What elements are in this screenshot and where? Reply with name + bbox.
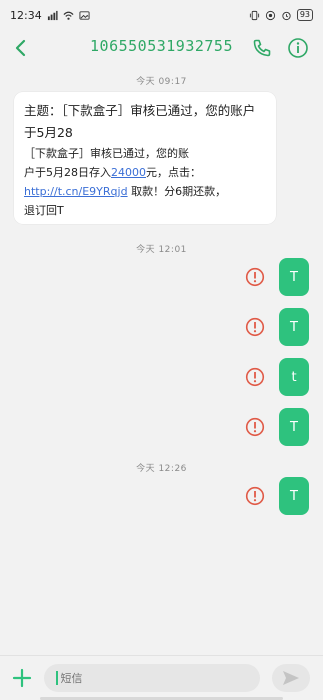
send-failed-icon[interactable] xyxy=(245,486,265,506)
message-line: ［下款盒子］审核已通过，您的账 xyxy=(24,147,189,160)
incoming-message-bubble[interactable]: 主题：［下款盒子］审核已通过，您的账户于5月28 ［下款盒子］审核已通过，您的账… xyxy=(14,92,276,224)
message-input-container[interactable] xyxy=(44,664,260,692)
signal-icon xyxy=(47,10,58,20)
conversation-header: 106550531932755 xyxy=(0,30,323,66)
outgoing-message-bubble[interactable]: T xyxy=(279,258,309,296)
send-icon xyxy=(283,671,299,685)
status-bar: 12:34 93 xyxy=(0,0,323,30)
status-time: 12:34 xyxy=(10,8,42,22)
timestamp: 今天 09:17 xyxy=(136,77,187,87)
outgoing-message-row: T xyxy=(0,408,323,446)
call-button[interactable] xyxy=(249,35,275,61)
message-body: ［下款盒子］审核已通过，您的账 户于5月28日存入24000元，点击： http… xyxy=(24,144,267,220)
send-failed-icon[interactable] xyxy=(245,417,265,437)
outgoing-message-bubble[interactable]: T xyxy=(279,408,309,446)
send-button[interactable] xyxy=(272,664,310,692)
message-line: 户于5月28日存入24000元，点击： xyxy=(24,163,267,182)
compose-bar xyxy=(0,655,323,700)
location-icon xyxy=(265,10,275,20)
add-attachment-button[interactable] xyxy=(10,666,34,690)
outgoing-message-row: T xyxy=(0,477,323,515)
message-line: 退订回T xyxy=(24,204,64,217)
phone-icon xyxy=(253,39,271,57)
image-notification-icon xyxy=(79,10,90,20)
message-text: 取款！分6期还款， xyxy=(127,185,227,198)
message-text: 户于5月28日存入 xyxy=(24,166,111,179)
send-failed-icon[interactable] xyxy=(245,367,265,387)
text-cursor xyxy=(56,671,58,685)
send-failed-icon[interactable] xyxy=(245,317,265,337)
outgoing-message-bubble[interactable]: t xyxy=(279,358,309,396)
message-input[interactable] xyxy=(60,671,241,685)
timestamp: 今天 12:26 xyxy=(136,464,187,474)
outgoing-message-bubble[interactable]: T xyxy=(279,308,309,346)
alarm-icon xyxy=(282,11,291,20)
send-failed-icon[interactable] xyxy=(245,267,265,287)
message-text: 元，点击： xyxy=(146,166,201,179)
wifi-icon xyxy=(63,11,74,20)
info-icon xyxy=(288,38,308,58)
timestamp: 今天 12:01 xyxy=(136,245,187,255)
info-button[interactable] xyxy=(285,35,311,61)
message-subject: 主题：［下款盒子］审核已通过，您的账户于5月28 xyxy=(24,103,256,140)
url-link[interactable]: http://t.cn/E9YRqjd xyxy=(24,185,128,198)
battery-icon: 93 xyxy=(296,9,313,21)
amount-link[interactable]: 24000 xyxy=(111,166,146,179)
outgoing-message-bubble[interactable]: T xyxy=(279,477,309,515)
outgoing-message-row: t xyxy=(0,358,323,396)
outgoing-message-row: T xyxy=(0,308,323,346)
contact-number-title: 106550531932755 xyxy=(90,37,233,55)
outgoing-message-row: T xyxy=(0,258,323,296)
back-button[interactable] xyxy=(6,34,34,62)
chevron-left-icon xyxy=(15,39,26,57)
vibrate-icon xyxy=(249,10,259,20)
message-line: http://t.cn/E9YRqjd 取款！分6期还款， xyxy=(24,182,267,201)
